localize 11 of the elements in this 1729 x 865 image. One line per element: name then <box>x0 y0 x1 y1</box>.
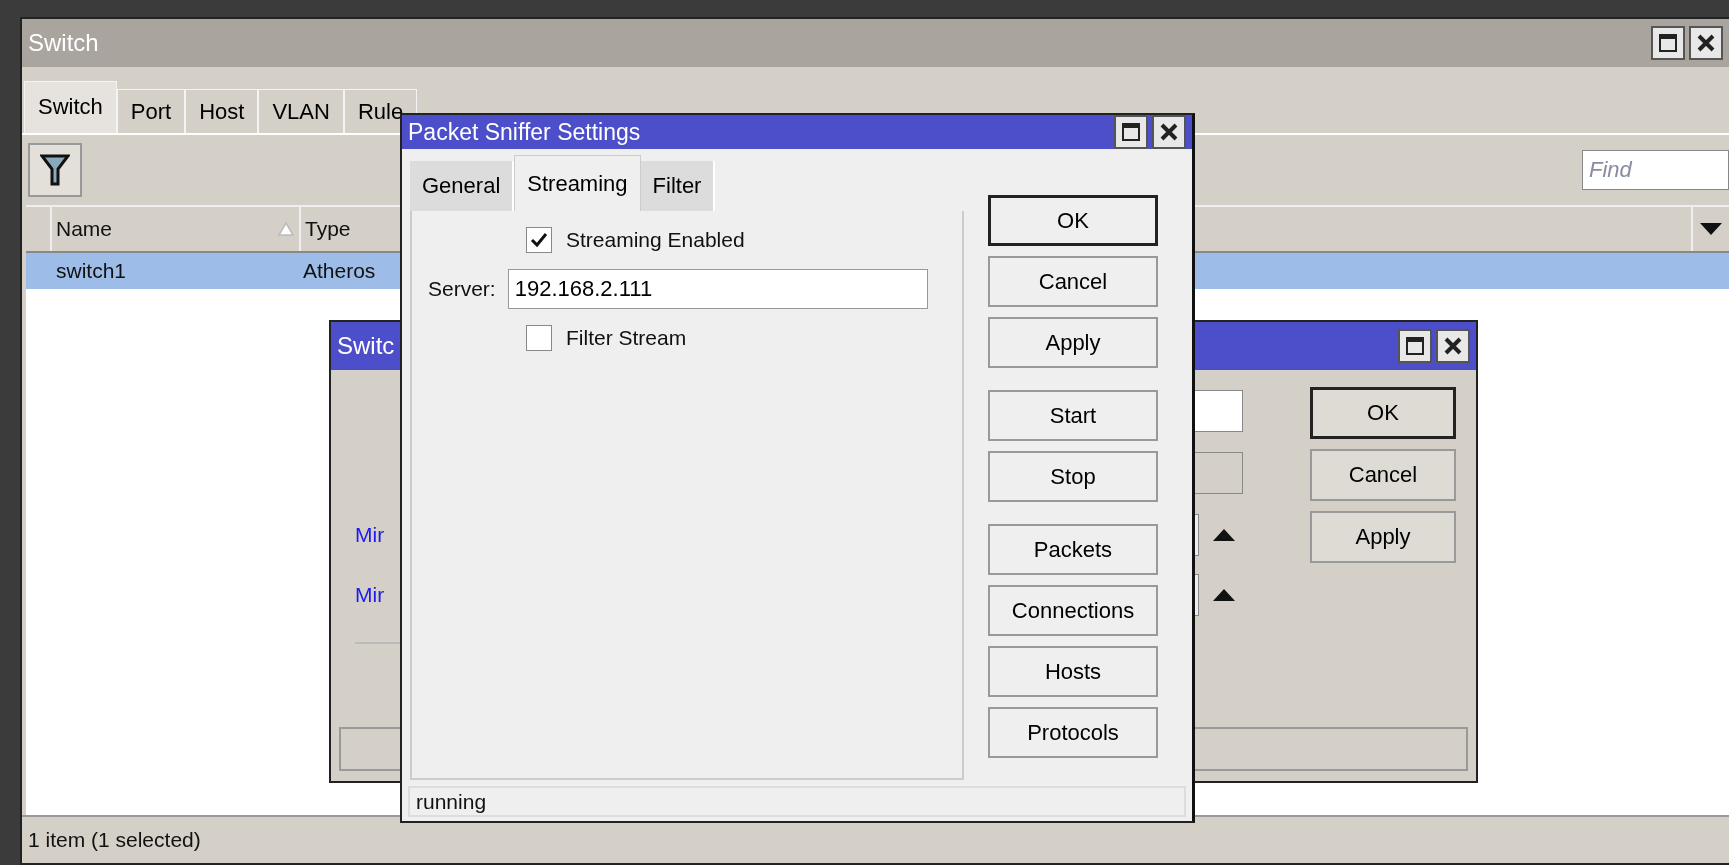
checkbox-label: Filter Stream <box>566 326 687 350</box>
window-title: Switc <box>337 332 395 360</box>
window-title: Switch <box>28 29 99 57</box>
table-cell: Atheros <box>303 259 376 282</box>
field-label: Server: <box>428 277 496 301</box>
checkbox-label: Streaming Enabled <box>566 228 745 252</box>
table-cell: switch1 <box>56 259 127 282</box>
status-text: 1 item (1 selected) <box>28 828 201 852</box>
status-text: running <box>416 789 487 814</box>
field-label: Mir <box>355 523 385 546</box>
field-label: Mir <box>355 583 385 606</box>
